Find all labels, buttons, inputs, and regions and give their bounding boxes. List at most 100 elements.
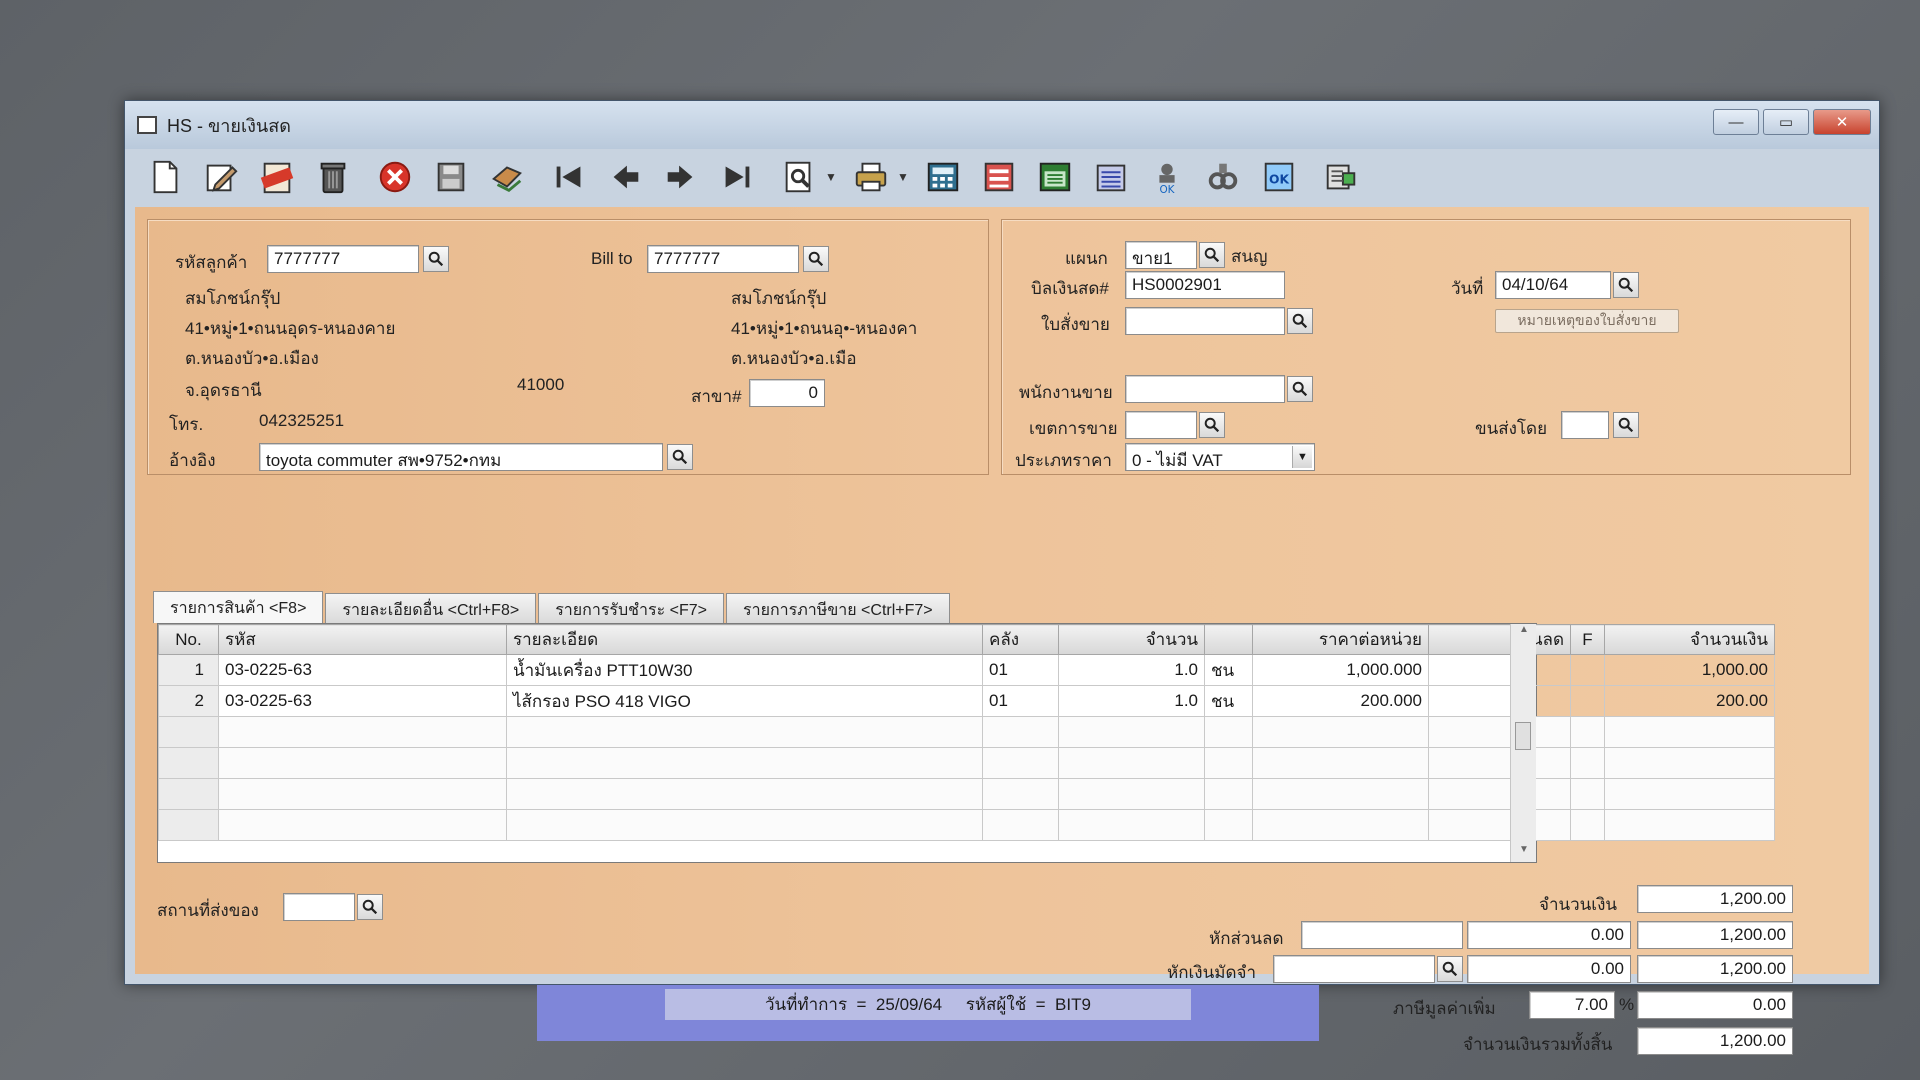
- sales-area-field[interactable]: [1125, 411, 1197, 439]
- item-description[interactable]: น้ำมันเครื่อง PTT10W30: [506, 654, 983, 686]
- department-field[interactable]: ขาย1: [1125, 241, 1197, 269]
- customer-search-icon[interactable]: [423, 246, 449, 272]
- form-icon[interactable]: [977, 155, 1021, 199]
- tab-other-details[interactable]: รายละเอียดอื่น <Ctrl+F8>: [325, 593, 537, 623]
- approve-icon[interactable]: OK: [1145, 155, 1189, 199]
- link-icon[interactable]: [1201, 155, 1245, 199]
- sales-order-field[interactable]: [1125, 307, 1285, 335]
- branch-field[interactable]: 0: [749, 379, 825, 407]
- schedule-icon[interactable]: [1033, 155, 1077, 199]
- reference-field[interactable]: toyota commuter สพ•9752•กทม: [259, 443, 663, 471]
- vat-label: ภาษีมูลค่าเพิ่ม: [1393, 999, 1496, 1018]
- delete-trash-icon[interactable]: [311, 155, 355, 199]
- maximize-button[interactable]: ▭: [1763, 109, 1809, 135]
- grid-scrollbar[interactable]: ▲ ▼: [1510, 624, 1536, 862]
- reference-search-icon[interactable]: [667, 444, 693, 470]
- transfer-icon[interactable]: [485, 155, 529, 199]
- shipper-field[interactable]: [1561, 411, 1609, 439]
- col-code[interactable]: รหัส: [218, 624, 507, 655]
- item-unit-price[interactable]: 1,000.000: [1252, 654, 1429, 686]
- item-flag[interactable]: [1570, 685, 1605, 717]
- item-quantity[interactable]: 1.0: [1058, 685, 1205, 717]
- date-field[interactable]: 04/10/64: [1495, 271, 1611, 299]
- item-unit-price[interactable]: 200.000: [1252, 685, 1429, 717]
- void-icon[interactable]: [255, 155, 299, 199]
- next-record-icon[interactable]: [659, 155, 703, 199]
- order-note-button[interactable]: หมายเหตุของใบสั่งขาย: [1495, 309, 1679, 333]
- item-warehouse[interactable]: 01: [982, 654, 1059, 686]
- scroll-down-icon[interactable]: ▼: [1511, 844, 1537, 862]
- col-unit[interactable]: [1204, 624, 1253, 655]
- item-discount[interactable]: [1428, 654, 1571, 686]
- col-warehouse[interactable]: คลัง: [982, 624, 1059, 655]
- new-document-icon[interactable]: [143, 155, 187, 199]
- deposit-search-icon[interactable]: [1437, 956, 1463, 982]
- discount-text-field[interactable]: [1301, 921, 1463, 949]
- discount-amount-field[interactable]: 0.00: [1467, 921, 1631, 949]
- minimize-button[interactable]: —: [1713, 109, 1759, 135]
- delivery-search-icon[interactable]: [357, 894, 383, 920]
- preview-dropdown-icon[interactable]: ▼: [825, 170, 837, 184]
- col-flag[interactable]: F: [1570, 624, 1605, 655]
- salesperson-field[interactable]: [1125, 375, 1285, 403]
- previous-record-icon[interactable]: [603, 155, 647, 199]
- bill-to-search-icon[interactable]: [803, 246, 829, 272]
- item-code[interactable]: 03-0225-63: [218, 654, 507, 686]
- sales-area-search-icon[interactable]: [1199, 412, 1225, 438]
- department-search-icon[interactable]: [1199, 242, 1225, 268]
- amount-field: 1,200.00: [1637, 885, 1793, 913]
- calculator-icon[interactable]: [921, 155, 965, 199]
- form-body: รหัสลูกค้า 7777777 Bill to 7777777 สมโภช…: [135, 207, 1869, 1055]
- col-no[interactable]: No.: [158, 624, 219, 655]
- print-dropdown-icon[interactable]: ▼: [897, 170, 909, 184]
- preview-icon[interactable]: [777, 155, 821, 199]
- customer-code-field[interactable]: 7777777: [267, 245, 419, 273]
- col-unit-price[interactable]: ราคาต่อหน่วย: [1252, 624, 1429, 655]
- item-unit[interactable]: ชน: [1204, 685, 1253, 717]
- item-amount[interactable]: 200.00: [1604, 685, 1775, 717]
- tab-sales-tax[interactable]: รายการภาษีขาย <Ctrl+F7>: [726, 593, 950, 623]
- tab-items[interactable]: รายการสินค้า <F8>: [153, 591, 324, 623]
- print-icon[interactable]: [849, 155, 893, 199]
- sales-window: HS - ขายเงินสด — ▭ ✕ ▼ ▼ OK OK รหัสลูกค้…: [124, 100, 1880, 1055]
- delivery-field[interactable]: [283, 893, 355, 921]
- price-type-select[interactable]: 0 - ไม่มี VAT ▼: [1125, 443, 1315, 471]
- close-button[interactable]: ✕: [1813, 109, 1871, 135]
- department-name: สนญ: [1231, 247, 1268, 266]
- col-description[interactable]: รายละเอียด: [506, 624, 983, 655]
- edit-icon[interactable]: [199, 155, 243, 199]
- date-picker-icon[interactable]: [1613, 272, 1639, 298]
- col-quantity[interactable]: จำนวน: [1058, 624, 1205, 655]
- confirm-ok-icon[interactable]: OK: [1257, 155, 1301, 199]
- col-discount[interactable]: ส่วนลด: [1428, 624, 1571, 655]
- deposit-text-field[interactable]: [1273, 955, 1435, 983]
- amount-label: จำนวนเงิน: [1539, 895, 1618, 914]
- item-warehouse[interactable]: 01: [982, 685, 1059, 717]
- shipper-search-icon[interactable]: [1613, 412, 1639, 438]
- report-icon[interactable]: [1089, 155, 1133, 199]
- item-quantity[interactable]: 1.0: [1058, 654, 1205, 686]
- col-amount[interactable]: จำนวนเงิน: [1604, 624, 1775, 655]
- cancel-icon[interactable]: [373, 155, 417, 199]
- vat-rate-field[interactable]: 7.00: [1529, 991, 1615, 1019]
- deposit-amount-field[interactable]: 0.00: [1467, 955, 1631, 983]
- bill-to-field[interactable]: 7777777: [647, 245, 799, 273]
- item-amount[interactable]: 1,000.00: [1604, 654, 1775, 686]
- item-code[interactable]: 03-0225-63: [218, 685, 507, 717]
- bill-no-field[interactable]: HS0002901: [1125, 271, 1285, 299]
- chevron-down-icon[interactable]: ▼: [1292, 446, 1312, 468]
- item-flag[interactable]: [1570, 654, 1605, 686]
- sales-order-search-icon[interactable]: [1287, 308, 1313, 334]
- sales-order-label: ใบสั่งขาย: [1041, 315, 1110, 334]
- save-icon[interactable]: [429, 155, 473, 199]
- network-icon[interactable]: [1319, 155, 1363, 199]
- last-record-icon[interactable]: [715, 155, 759, 199]
- salesperson-search-icon[interactable]: [1287, 376, 1313, 402]
- scroll-up-icon[interactable]: ▲: [1511, 624, 1537, 642]
- item-discount[interactable]: [1428, 685, 1571, 717]
- item-unit[interactable]: ชน: [1204, 654, 1253, 686]
- first-record-icon[interactable]: [547, 155, 591, 199]
- scrollbar-thumb[interactable]: [1515, 722, 1531, 750]
- item-description[interactable]: ไส้กรอง PSO 418 VIGO: [506, 685, 983, 717]
- tab-payments[interactable]: รายการรับชำระ <F7>: [538, 593, 725, 623]
